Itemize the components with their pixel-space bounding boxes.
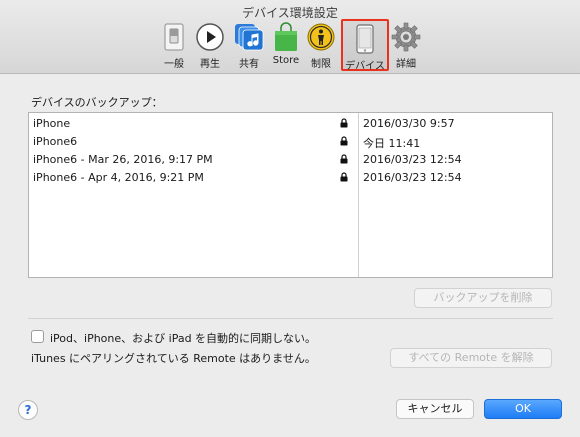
backup-name: iPhone6 - Apr 4, 2016, 9:21 PM (33, 171, 204, 184)
tab-restrictions[interactable]: 制限 (299, 22, 343, 70)
tab-label: 詳細 (396, 59, 416, 70)
backup-list[interactable]: iPhone 2016/03/30 9:57 iPhone6 今日 11:41 … (28, 112, 553, 278)
table-row[interactable]: iPhone 2016/03/30 9:57 (29, 115, 552, 133)
backup-date: 2016/03/23 12:54 (363, 153, 462, 166)
table-row[interactable]: iPhone6 - Apr 4, 2016, 9:21 PM 2016/03/2… (29, 169, 552, 187)
tab-label: デバイス (345, 61, 385, 72)
backup-date: 2016/03/30 9:57 (363, 117, 455, 130)
backup-name: iPhone (33, 117, 71, 130)
general-switch-icon (159, 22, 189, 52)
music-sharing-icon (234, 22, 264, 52)
tab-label: 再生 (200, 59, 220, 70)
backups-heading: デバイスのバックアップ： (31, 96, 163, 109)
prevent-sync-checkbox[interactable] (31, 330, 44, 343)
lock-icon (340, 172, 348, 185)
device-iphone-icon (350, 24, 380, 54)
tab-label: 制限 (311, 59, 331, 70)
tab-label: 一般 (164, 59, 184, 70)
remote-status-text: iTunes にペアリングされている Remote はありません。 (31, 352, 316, 365)
tab-playback[interactable]: 再生 (188, 22, 232, 70)
table-row[interactable]: iPhone6 - Mar 26, 2016, 9:17 PM 2016/03/… (29, 151, 552, 169)
lock-icon (340, 154, 348, 167)
cancel-button[interactable]: キャンセル (396, 399, 474, 419)
gear-icon (391, 22, 421, 52)
store-bag-icon (271, 22, 301, 52)
restrictions-icon (306, 22, 336, 52)
tab-devices[interactable]: デバイス (341, 19, 389, 72)
title-bar: デバイス環境設定 一般 再生 共有 Store 制限 デバイス 詳細 (0, 0, 580, 74)
unpair-remotes-button[interactable]: すべての Remote を解除 (390, 348, 552, 368)
play-icon (195, 22, 225, 52)
backup-date: 2016/03/23 12:54 (363, 171, 462, 184)
window-title: デバイス環境設定 (242, 6, 338, 20)
backup-name: iPhone6 - Mar 26, 2016, 9:17 PM (33, 153, 213, 166)
tab-label: 共有 (239, 59, 259, 70)
backup-name: iPhone6 (33, 135, 78, 148)
divider (28, 318, 553, 319)
backup-date: 今日 11:41 (363, 137, 421, 150)
ok-button[interactable]: OK (484, 399, 562, 419)
lock-icon (340, 118, 348, 131)
lock-icon (340, 136, 348, 149)
tab-label: Store (272, 55, 300, 66)
tab-advanced[interactable]: 詳細 (384, 22, 428, 70)
table-row[interactable]: iPhone6 今日 11:41 (29, 133, 552, 151)
help-button[interactable]: ? (18, 400, 38, 420)
delete-backup-button[interactable]: バックアップを削除 (414, 288, 552, 308)
prevent-sync-label[interactable]: iPod、iPhone、および iPad を自動的に同期しない。 (50, 330, 316, 346)
